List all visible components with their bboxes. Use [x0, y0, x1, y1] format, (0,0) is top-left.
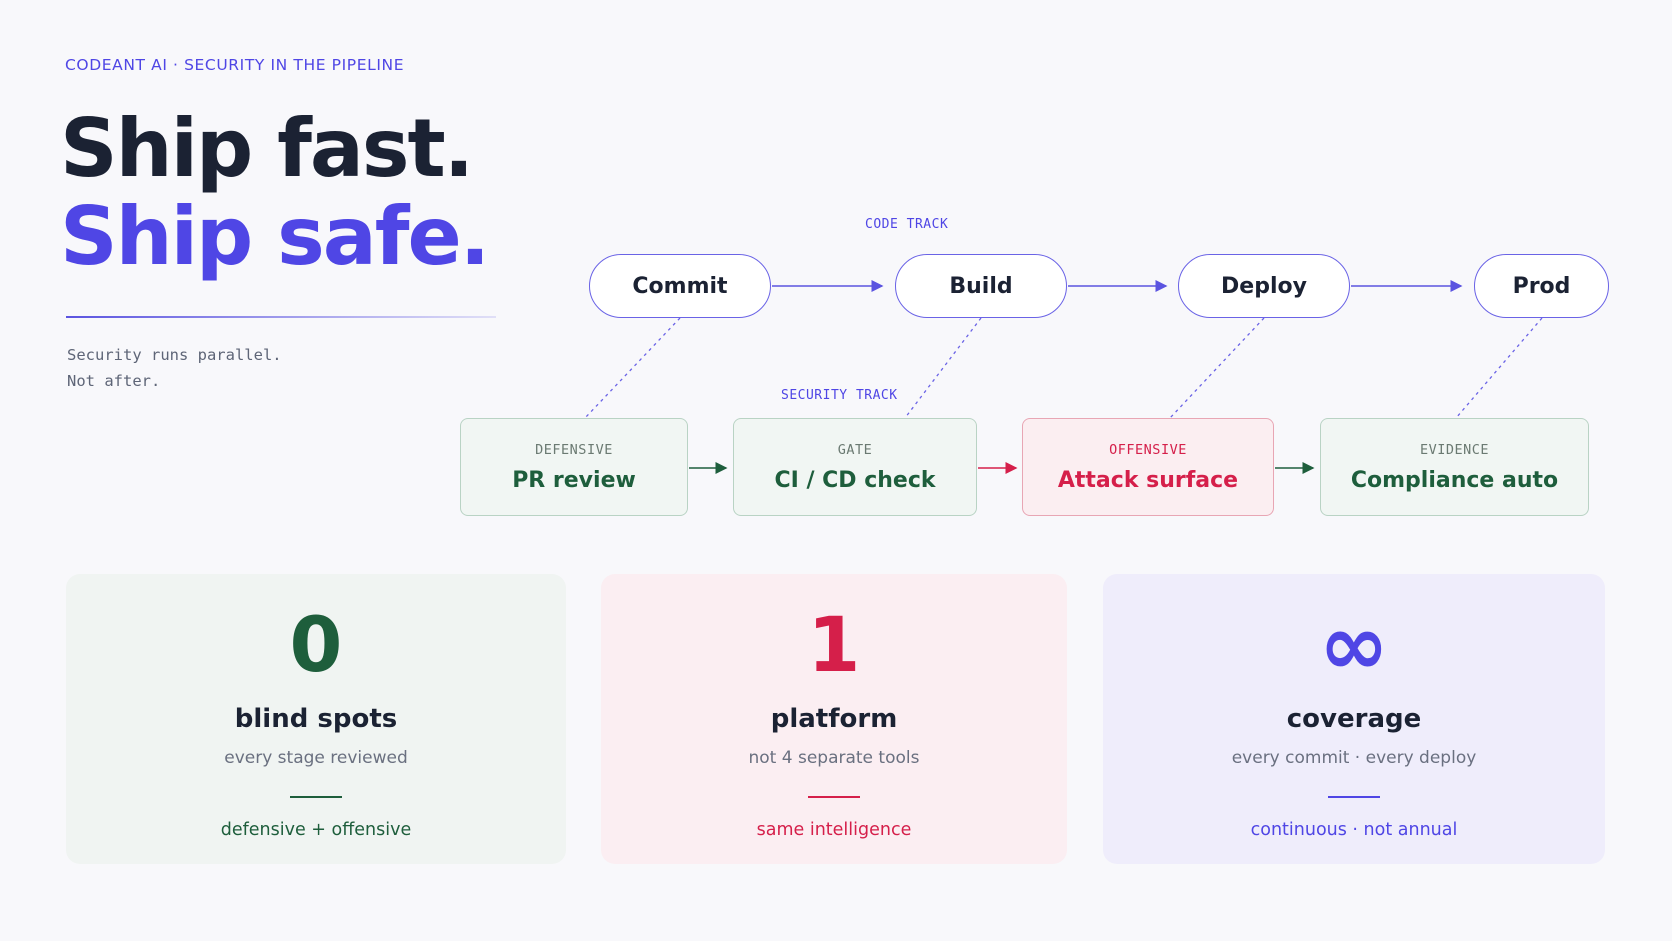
stat-card-coverage: ∞ coverage every commit · every deploy c… [1103, 574, 1605, 864]
security-box-pr-review: DEFENSIVE PR review [460, 418, 688, 516]
link-prod-compliance [1455, 317, 1543, 419]
link-build-cicd [904, 317, 982, 419]
stat-description: every stage reviewed [224, 748, 408, 768]
stat-value: 1 [807, 600, 861, 689]
stat-footnote: defensive + offensive [220, 819, 412, 840]
code-track-label: CODE TRACK [865, 217, 949, 232]
stage-build: Build [895, 254, 1067, 318]
headline-line-2: Ship safe. [60, 190, 490, 283]
security-box-tag: GATE [837, 441, 873, 458]
headline: Ship fast. Ship safe. [60, 102, 490, 283]
security-box-title: Compliance auto [1350, 467, 1559, 493]
security-track-label: SECURITY TRACK [781, 388, 898, 403]
stage-commit: Commit [589, 254, 771, 318]
stat-card-blind-spots: 0 blind spots every stage reviewed defen… [66, 574, 566, 864]
stat-value: ∞ [1319, 596, 1389, 694]
security-box-compliance: EVIDENCE Compliance auto [1320, 418, 1589, 516]
stat-footnote: same intelligence [756, 819, 912, 840]
security-box-title: PR review [512, 467, 636, 493]
stat-divider [1328, 796, 1380, 798]
stat-footnote: continuous · not annual [1250, 819, 1458, 840]
subtitle-line-1: Security runs parallel. [67, 346, 282, 364]
eyebrow: CODEANT AI · SECURITY IN THE PIPELINE [65, 56, 405, 74]
headline-line-1: Ship fast. [60, 102, 474, 195]
stat-label: coverage [1286, 704, 1422, 734]
security-box-tag: DEFENSIVE [535, 441, 613, 458]
stat-card-platform: 1 platform not 4 separate tools same int… [601, 574, 1067, 864]
stage-deploy: Deploy [1178, 254, 1350, 318]
stat-label: blind spots [234, 704, 398, 734]
security-box-title: CI / CD check [774, 467, 936, 493]
stat-divider [290, 796, 342, 798]
stat-value: 0 [289, 600, 343, 689]
security-box-title: Attack surface [1057, 467, 1239, 493]
link-commit-pr-review [584, 317, 681, 419]
stat-description: every commit · every deploy [1231, 748, 1477, 768]
headline-divider [66, 316, 496, 318]
stat-label: platform [770, 704, 898, 734]
security-box-cicd-check: GATE CI / CD check [733, 418, 977, 516]
security-box-attack-surface: OFFENSIVE Attack surface [1022, 418, 1274, 516]
subtitle: Security runs parallel. Not after. [67, 342, 282, 394]
security-box-tag: OFFENSIVE [1109, 441, 1187, 458]
subtitle-line-2: Not after. [67, 372, 161, 390]
stage-prod: Prod [1474, 254, 1609, 318]
stat-description: not 4 separate tools [748, 748, 920, 768]
security-box-tag: EVIDENCE [1419, 441, 1490, 458]
link-deploy-attack [1169, 317, 1265, 419]
stat-divider [808, 796, 860, 798]
